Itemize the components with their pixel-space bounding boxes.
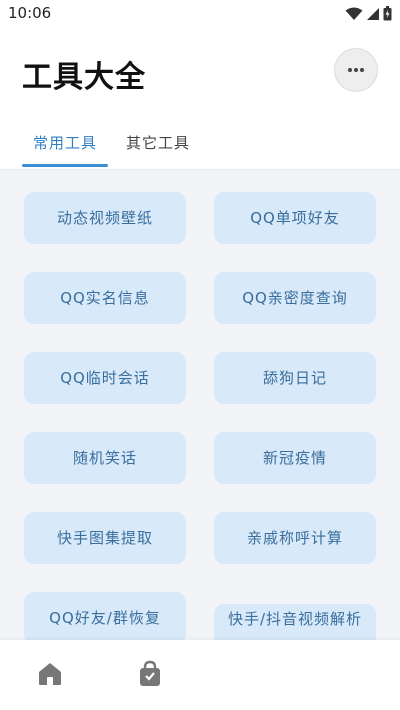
page-title: 工具大全: [22, 60, 146, 95]
battery-icon: [383, 6, 392, 21]
screen: 10:06 工具大全 常用工具 其它工具 动态视频壁纸 QQ单项好友 QQ实名信…: [0, 0, 400, 710]
header: 工具大全: [0, 28, 400, 118]
tab-bar: 常用工具 其它工具: [0, 118, 400, 170]
tool-button-video-parser[interactable]: 快手/抖音视频解析: [214, 604, 376, 640]
tab-active-indicator: [22, 164, 108, 167]
tool-button-relative-calculator[interactable]: 亲戚称呼计算: [214, 512, 376, 564]
tool-button-qq-one-way-friend[interactable]: QQ单项好友: [214, 192, 376, 244]
home-icon: [39, 663, 61, 685]
bottom-nav: [0, 640, 400, 710]
tab-common-tools[interactable]: 常用工具: [22, 132, 108, 153]
more-horizontal-icon: [348, 68, 364, 72]
tool-button-qq-temp-chat[interactable]: QQ临时会话: [24, 352, 186, 404]
status-bar: 10:06: [0, 0, 400, 28]
tool-button-qq-recovery[interactable]: QQ好友/群恢复: [24, 592, 186, 640]
tool-button-kuaishou-album[interactable]: 快手图集提取: [24, 512, 186, 564]
wifi-icon: [345, 7, 363, 20]
signal-icon: [367, 7, 379, 20]
nav-tools[interactable]: [136, 660, 164, 688]
shopping-bag-icon: [140, 660, 160, 686]
tool-button-dynamic-wallpaper[interactable]: 动态视频壁纸: [24, 192, 186, 244]
status-time: 10:06: [8, 4, 52, 22]
tool-button-qq-real-name[interactable]: QQ实名信息: [24, 272, 186, 324]
tool-button-qq-intimacy[interactable]: QQ亲密度查询: [214, 272, 376, 324]
tool-button-random-joke[interactable]: 随机笑话: [24, 432, 186, 484]
tab-other-tools[interactable]: 其它工具: [126, 132, 190, 153]
tool-button-dog-diary[interactable]: 舔狗日记: [214, 352, 376, 404]
tool-list[interactable]: 动态视频壁纸 QQ单项好友 QQ实名信息 QQ亲密度查询 QQ临时会话 舔狗日记…: [0, 170, 400, 640]
more-button[interactable]: [334, 48, 378, 92]
tool-button-covid-info[interactable]: 新冠疫情: [214, 432, 376, 484]
nav-home[interactable]: [36, 660, 64, 688]
status-icons: [345, 6, 392, 21]
